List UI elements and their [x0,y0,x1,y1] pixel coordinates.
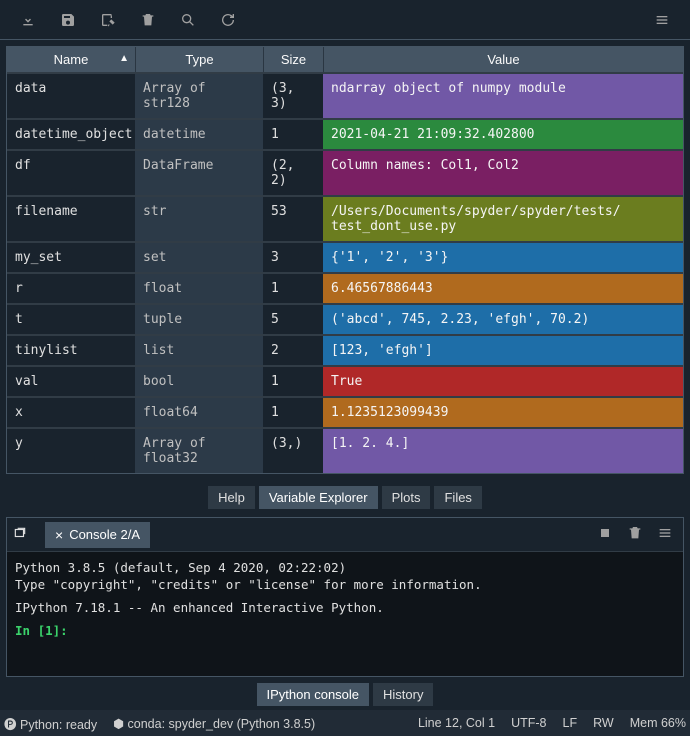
search-button[interactable] [168,0,208,40]
column-header-size[interactable]: Size [263,47,323,72]
stop-kernel-button[interactable] [597,525,613,545]
import-icon [20,12,36,28]
console-output[interactable]: Python 3.8.5 (default, Sep 4 2020, 02:22… [7,552,683,676]
variable-type-cell[interactable]: str [135,195,263,241]
browse-tabs-button[interactable] [13,526,41,544]
variable-name-cell[interactable]: x [7,396,135,427]
variable-size-cell[interactable]: (3, 3) [263,72,323,118]
variable-value-cell[interactable]: 6.46567886443 [323,272,683,303]
variable-type-cell[interactable]: float64 [135,396,263,427]
variable-size-cell[interactable]: 53 [263,195,323,241]
column-header-name[interactable]: Name▲ [7,47,135,72]
console-line: Python 3.8.5 (default, Sep 4 2020, 02:22… [15,560,675,577]
variable-name-cell[interactable]: df [7,149,135,195]
status-readwrite[interactable]: RW [593,716,614,730]
variable-name-cell[interactable]: datetime_object [7,118,135,149]
tab-plots[interactable]: Plots [382,486,431,509]
variable-name-cell[interactable]: r [7,272,135,303]
variable-value-cell[interactable]: [123, 'efgh'] [323,334,683,365]
variable-name-cell[interactable]: y [7,427,135,473]
console-tab-2a[interactable]: × Console 2/A [45,522,150,548]
variable-value-cell[interactable]: 1.1235123099439 [323,396,683,427]
search-icon [180,12,196,28]
delete-all-button[interactable] [128,0,168,40]
stop-icon [597,525,613,541]
variable-type-cell[interactable]: DataFrame [135,149,263,195]
variable-type-cell[interactable]: Array of str128 [135,72,263,118]
variable-explorer-table: Name▲ Type Size Value dataArray of str12… [6,46,684,474]
console-line: IPython 7.18.1 -- An enhanced Interactiv… [15,600,675,617]
variable-value-cell[interactable]: ndarray object of numpy module [323,72,683,118]
variable-value-cell[interactable]: True [323,365,683,396]
variable-value-cell[interactable]: /Users/Documents/spyder/spyder/tests/ te… [323,195,683,241]
console-tab-label: Console 2/A [69,527,140,542]
ipython-console-panel: × Console 2/A Python 3.8.5 (default, Sep… [6,517,684,677]
variable-type-cell[interactable]: set [135,241,263,272]
variable-type-cell[interactable]: list [135,334,263,365]
variable-size-cell[interactable]: 1 [263,396,323,427]
variable-size-cell[interactable]: 1 [263,365,323,396]
variable-size-cell[interactable]: 5 [263,303,323,334]
status-encoding[interactable]: UTF-8 [511,716,546,730]
sort-asc-icon: ▲ [119,53,129,64]
variable-name-cell[interactable]: filename [7,195,135,241]
variable-explorer-toolbar [0,0,690,40]
tab-files[interactable]: Files [434,486,481,509]
status-bar: 🅟 Python: ready ⬢ conda: spyder_dev (Pyt… [0,710,690,736]
variable-size-cell[interactable]: 3 [263,241,323,272]
trash-icon [627,525,643,541]
save-icon [60,12,76,28]
save-data-button[interactable] [48,0,88,40]
tab-ipython-console[interactable]: IPython console [257,683,370,706]
console-options-button[interactable] [657,525,673,545]
status-cursor-position[interactable]: Line 12, Col 1 [418,716,495,730]
hamburger-icon [657,525,673,541]
variable-name-cell[interactable]: t [7,303,135,334]
variable-type-cell[interactable]: bool [135,365,263,396]
variable-value-cell[interactable]: [1. 2. 4.] [323,427,683,473]
pane-tab-bar: Help Variable Explorer Plots Files [0,480,690,513]
save-as-icon [100,12,116,28]
refresh-button[interactable] [208,0,248,40]
variable-size-cell[interactable]: 2 [263,334,323,365]
pane-options-button[interactable] [642,0,682,40]
tab-help[interactable]: Help [208,486,255,509]
console-pane-tab-bar: IPython console History [0,677,690,710]
status-eol[interactable]: LF [563,716,578,730]
variable-type-cell[interactable]: Array of float32 [135,427,263,473]
variable-size-cell[interactable]: (2, 2) [263,149,323,195]
close-icon[interactable]: × [55,527,63,543]
column-header-type[interactable]: Type [135,47,263,72]
variable-value-cell[interactable]: {'1', '2', '3'} [323,241,683,272]
status-memory[interactable]: Mem 66% [630,716,686,730]
tab-history[interactable]: History [373,683,433,706]
variable-value-cell[interactable]: ('abcd', 745, 2.23, 'efgh', 70.2) [323,303,683,334]
prompt-in: In [1]: [15,623,68,638]
variable-name-cell[interactable]: my_set [7,241,135,272]
column-header-value[interactable]: Value [323,47,683,72]
variable-type-cell[interactable]: tuple [135,303,263,334]
status-lsp[interactable]: 🅟 Python: ready [4,714,97,733]
variable-size-cell[interactable]: 1 [263,272,323,303]
variable-value-cell[interactable]: Column names: Col1, Col2 [323,149,683,195]
variable-value-cell[interactable]: 2021-04-21 21:09:32.402800 [323,118,683,149]
variable-type-cell[interactable]: float [135,272,263,303]
variable-name-cell[interactable]: tinylist [7,334,135,365]
tab-variable-explorer[interactable]: Variable Explorer [259,486,378,509]
clear-console-button[interactable] [627,525,643,545]
console-line: Type "copyright", "credits" or "license"… [15,577,675,594]
import-data-button[interactable] [8,0,48,40]
refresh-icon [220,12,236,28]
variable-type-cell[interactable]: datetime [135,118,263,149]
save-as-button[interactable] [88,0,128,40]
trash-icon [140,12,156,28]
hamburger-icon [654,12,670,28]
tabs-icon [13,526,27,540]
console-tab-bar: × Console 2/A [7,518,683,552]
status-environment[interactable]: ⬢ conda: spyder_dev (Python 3.8.5) [113,716,315,731]
variable-name-cell[interactable]: data [7,72,135,118]
variable-name-cell[interactable]: val [7,365,135,396]
variable-size-cell[interactable]: 1 [263,118,323,149]
variable-size-cell[interactable]: (3,) [263,427,323,473]
